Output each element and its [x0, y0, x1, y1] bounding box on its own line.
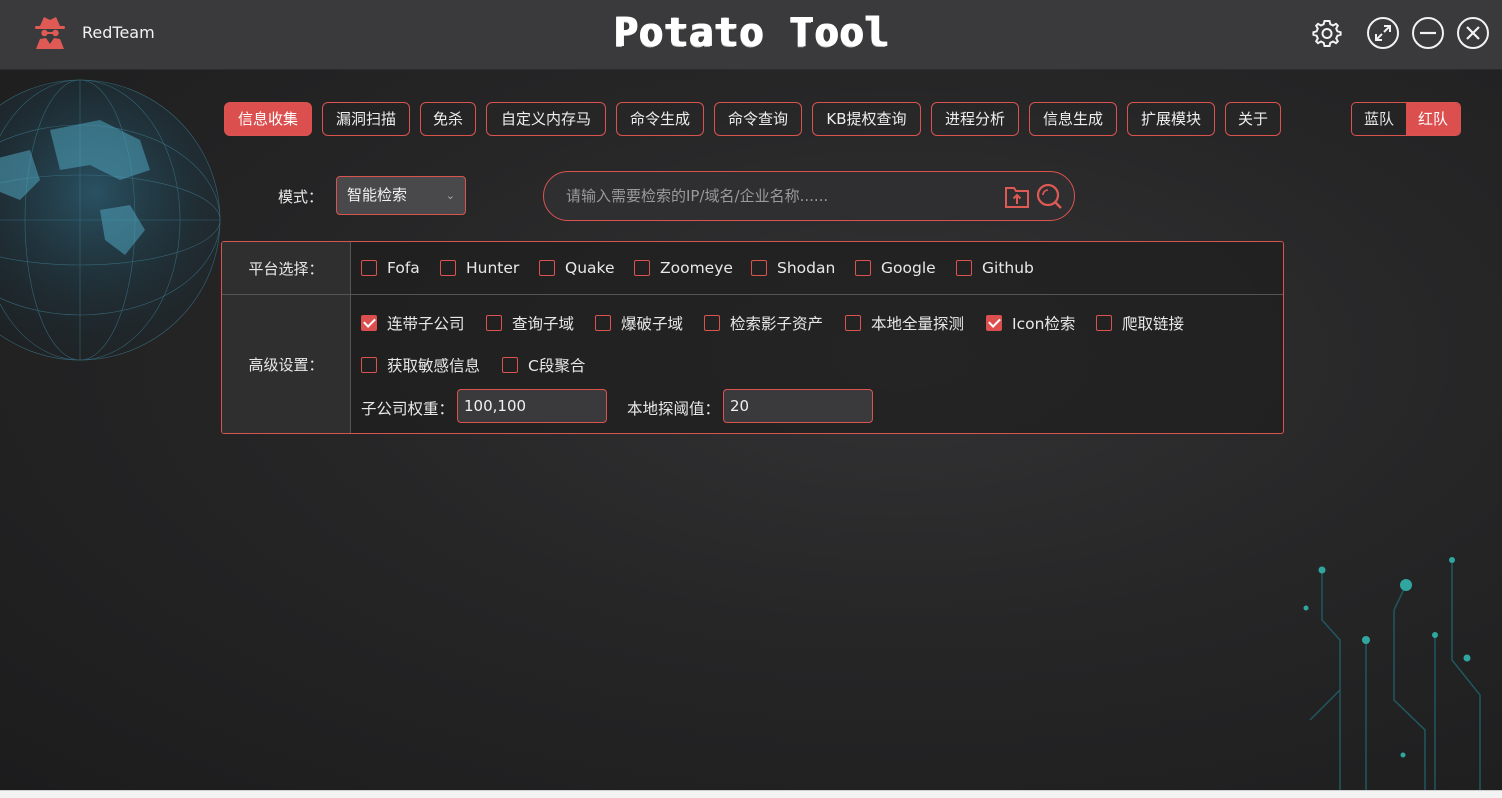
checkbox-zoomeye[interactable]: Zoomeye [634, 259, 733, 277]
tab-av-evasion[interactable]: 免杀 [420, 102, 476, 136]
checkbox-label: 查询子域 [512, 315, 575, 333]
checkbox-box [855, 260, 871, 276]
taskbar-strip [0, 790, 1502, 798]
blue-team-option[interactable]: 蓝队 [1352, 103, 1406, 135]
tab-info-gen[interactable]: 信息生成 [1029, 102, 1117, 136]
app-window: RedTeam Potato Tool 信息收集 漏洞扫描 免杀 自定义内存马 … [0, 0, 1502, 790]
probe-threshold-label: 本地探阈值： [627, 400, 721, 418]
close-icon [1457, 17, 1489, 49]
close-button[interactable] [1456, 16, 1490, 50]
checkbox-box [704, 315, 720, 331]
tab-info-gathering[interactable]: 信息收集 [224, 102, 312, 136]
checkbox-box [595, 315, 611, 331]
checkbox-shodan[interactable]: Shodan [751, 259, 835, 277]
checkbox-label: 获取敏感信息 [387, 357, 481, 375]
checkbox-crawl-links[interactable]: 爬取链接 [1096, 312, 1184, 334]
checkbox-box [486, 315, 502, 331]
advanced-label: 高级设置： [222, 295, 351, 433]
checkbox-label: Icon检索 [1012, 315, 1076, 333]
search-bar [543, 171, 1075, 221]
checkbox-box [440, 260, 456, 276]
checkbox-box [361, 357, 377, 373]
checkbox-box [845, 315, 861, 331]
chevron-down-icon: ⌄ [445, 189, 455, 202]
app-title: Potato Tool [613, 10, 889, 56]
checkbox-label: Shodan [777, 259, 836, 277]
checkbox-box [956, 260, 972, 276]
search-input[interactable] [566, 172, 986, 220]
red-team-option[interactable]: 红队 [1406, 103, 1460, 135]
settings-button[interactable] [1310, 16, 1344, 50]
checkbox-brute-subdomain[interactable]: 爆破子域 [595, 312, 683, 334]
checkbox-label: C段聚合 [528, 357, 586, 375]
checkbox-label: 爬取链接 [1122, 315, 1185, 333]
checkbox-query-subdomain[interactable]: 查询子域 [486, 312, 574, 334]
checkbox-label: Quake [565, 259, 615, 277]
checkbox-github[interactable]: Github [956, 259, 1034, 277]
tab-memshell[interactable]: 自定义内存马 [486, 102, 606, 136]
advanced-row: 高级设置： 连带子公司 查询子域 爆破子域 检索影子资产 本地全量探测 Icon… [222, 295, 1283, 433]
checkbox-box [361, 315, 377, 331]
checkbox-sensitive-info[interactable]: 获取敏感信息 [361, 354, 480, 376]
checkbox-label: Hunter [466, 259, 520, 277]
checkbox-box [539, 260, 555, 276]
checkbox-box [634, 260, 650, 276]
search-settings-panel: 平台选择： Fofa Hunter Quake Zoomeye Shodan G… [221, 241, 1284, 434]
upload-file-icon[interactable] [1003, 182, 1031, 210]
tab-kb-privesc[interactable]: KB提权查询 [812, 102, 921, 136]
globe-decoration [0, 79, 221, 361]
checkbox-quake[interactable]: Quake [539, 259, 614, 277]
checkbox-c-segment[interactable]: C段聚合 [502, 354, 585, 376]
checkbox-local-full-probe[interactable]: 本地全量探测 [845, 312, 964, 334]
checkbox-label: 爆破子域 [621, 315, 684, 333]
checkbox-label: Zoomeye [660, 259, 733, 277]
platform-row: 平台选择： Fofa Hunter Quake Zoomeye Shodan G… [222, 242, 1283, 295]
maximize-button[interactable] [1366, 16, 1400, 50]
checkbox-box [361, 260, 377, 276]
checkbox-label: 连带子公司 [387, 315, 465, 333]
tab-process-analysis[interactable]: 进程分析 [931, 102, 1019, 136]
minimize-icon [1412, 17, 1444, 49]
mode-select[interactable]: 智能检索 ⌄ [336, 176, 466, 215]
checkbox-label: Google [881, 259, 936, 277]
checkbox-box [1096, 315, 1112, 331]
tab-vuln-scan[interactable]: 漏洞扫描 [322, 102, 410, 136]
checkbox-fofa[interactable]: Fofa [361, 259, 420, 277]
probe-threshold-field[interactable] [723, 389, 873, 423]
checkbox-box [986, 315, 1002, 331]
search-icon[interactable] [1035, 182, 1063, 210]
checkbox-box [751, 260, 767, 276]
tab-command-gen[interactable]: 命令生成 [616, 102, 704, 136]
checkbox-label: 本地全量探测 [871, 315, 965, 333]
tab-command-query[interactable]: 命令查询 [714, 102, 802, 136]
platform-label: 平台选择： [222, 242, 351, 294]
maximize-icon [1367, 17, 1399, 49]
gear-icon [1312, 20, 1342, 47]
checkbox-box [502, 357, 518, 373]
checkbox-shadow-assets[interactable]: 检索影子资产 [704, 312, 823, 334]
circuit-decoration [1303, 557, 1481, 790]
checkbox-label: Github [982, 259, 1034, 277]
checkbox-with-subsidiaries[interactable]: 连带子公司 [361, 312, 465, 334]
team-switch: 蓝队 红队 [1351, 102, 1461, 136]
minimize-button[interactable] [1411, 16, 1445, 50]
title-bar: RedTeam Potato Tool [0, 0, 1502, 70]
tab-extensions[interactable]: 扩展模块 [1127, 102, 1215, 136]
mode-select-value: 智能检索 [347, 186, 408, 204]
checkbox-icon-search[interactable]: Icon检索 [986, 312, 1075, 334]
checkbox-label: 检索影子资产 [730, 315, 824, 333]
checkbox-hunter[interactable]: Hunter [440, 259, 519, 277]
tab-about[interactable]: 关于 [1225, 102, 1281, 136]
checkbox-label: Fofa [387, 259, 420, 277]
mode-label: 模式： [278, 188, 324, 206]
subsidiary-weight-field[interactable] [457, 389, 607, 423]
checkbox-google[interactable]: Google [855, 259, 936, 277]
subsidiary-weight-label: 子公司权重： [361, 400, 455, 418]
